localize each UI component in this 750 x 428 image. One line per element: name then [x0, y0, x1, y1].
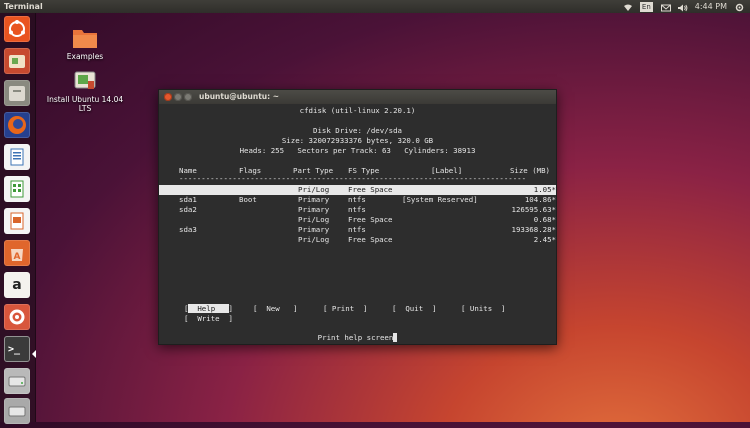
- disk-drive-line: Disk Drive: /dev/sda: [313, 126, 402, 135]
- amazon-icon[interactable]: a: [4, 272, 30, 298]
- row-size: 126595.63*: [511, 205, 557, 214]
- libreoffice-impress-icon[interactable]: [4, 208, 30, 234]
- menu-quit[interactable]: [ Quit ]: [392, 304, 437, 314]
- clock[interactable]: 4:44 PM: [695, 0, 727, 13]
- cfdisk-header: cfdisk (util-linux 2.20.1): [299, 106, 416, 115]
- row-part-type: Primary: [298, 195, 330, 204]
- window-title: ubuntu@ubuntu: ~: [199, 92, 280, 101]
- libreoffice-writer-icon[interactable]: [4, 144, 30, 170]
- menu-new-label: New: [266, 304, 280, 313]
- menu-help[interactable]: [ Help ]: [184, 304, 233, 314]
- header-rule: ----------------------------------------…: [179, 174, 527, 183]
- svg-text:A: A: [14, 252, 21, 262]
- indicator-tray: En 4:44 PM: [623, 0, 744, 13]
- row-fs-type: Free Space: [348, 185, 393, 194]
- row-fs-type: Free Space: [348, 215, 393, 224]
- menu-print[interactable]: [ Print ]: [323, 304, 368, 314]
- desktop-icon-install-ubuntu[interactable]: Install Ubuntu 14.04 LTS: [44, 69, 126, 113]
- status-line: Print help screen: [159, 333, 556, 343]
- row-name: sda1: [179, 195, 197, 204]
- partition-row[interactable]: sda3 Primary ntfs 193368.28*: [159, 225, 556, 235]
- system-settings-icon[interactable]: [4, 304, 30, 330]
- desktop-icon-examples[interactable]: Examples: [58, 26, 112, 61]
- ubuntu-installer-icon[interactable]: [4, 48, 30, 74]
- row-size: 104.86*: [524, 195, 556, 204]
- terminal-screen[interactable]: cfdisk (util-linux 2.20.1) Disk Drive: /…: [159, 104, 556, 344]
- desktop-icon-label-line1: Install Ubuntu 14.04: [46, 95, 124, 104]
- keyboard-layout-indicator[interactable]: En: [639, 1, 653, 12]
- menu-print-label: Print: [331, 304, 355, 313]
- row-part-type: Pri/Log: [298, 215, 330, 224]
- row-size: 1.05*: [533, 185, 556, 194]
- row-part-type: Pri/Log: [298, 185, 330, 194]
- row-label: [System Reserved]: [402, 195, 478, 204]
- row-fs-type: Free Space: [348, 235, 393, 244]
- menu-units[interactable]: [ Units ]: [461, 304, 506, 314]
- desktop-icon-label-line2: LTS: [78, 104, 92, 113]
- text-cursor: [393, 333, 398, 342]
- row-part-type: Primary: [298, 205, 330, 214]
- row-flags: Boot: [239, 195, 257, 204]
- disk-size-line: Size: 320072933376 bytes, 320.0 GB: [281, 136, 434, 145]
- mail-icon[interactable]: [660, 3, 671, 11]
- partition-row[interactable]: sda1 Boot Primary ntfs [System Reserved]…: [159, 195, 556, 205]
- terminal-icon[interactable]: >_: [4, 336, 30, 362]
- wifi-icon[interactable]: [623, 3, 632, 11]
- row-size: 0.68*: [533, 215, 556, 224]
- row-name: sda3: [179, 225, 197, 234]
- terminal-window[interactable]: ubuntu@ubuntu: ~ cfdisk (util-linux 2.20…: [158, 89, 557, 345]
- status-text: Print help screen: [317, 333, 394, 342]
- menu-help-label: Help: [197, 304, 216, 313]
- row-size: 2.45*: [533, 235, 556, 244]
- menu-units-label: Units: [469, 304, 493, 313]
- menu-write-label: Write: [197, 314, 220, 323]
- menu-quit-label: Quit: [405, 304, 424, 313]
- row-size: 193368.28*: [511, 225, 557, 234]
- ubuntu-dash-icon[interactable]: [4, 16, 30, 42]
- row-fs-type: ntfs: [348, 195, 366, 204]
- top-panel: Terminal En 4:44 PM: [0, 0, 750, 13]
- firefox-icon[interactable]: [4, 112, 30, 138]
- disk-geometry-line: Heads: 255 Sectors per Track: 63 Cylinde…: [239, 146, 476, 155]
- ubuntu-software-center-icon[interactable]: A: [4, 240, 30, 266]
- partition-row[interactable]: Pri/Log Free Space 1.05*: [159, 185, 556, 195]
- active-app-title: Terminal: [4, 2, 43, 11]
- menu-write[interactable]: [ Write ]: [184, 314, 233, 324]
- partition-row[interactable]: Pri/Log Free Space 0.68*: [159, 215, 556, 225]
- row-fs-type: ntfs: [348, 205, 366, 214]
- maximize-button[interactable]: [184, 93, 192, 101]
- libreoffice-calc-icon[interactable]: [4, 176, 30, 202]
- volume-icon[interactable]: [677, 3, 688, 11]
- close-button[interactable]: [164, 93, 172, 101]
- drive-icon-2[interactable]: [4, 398, 30, 424]
- desktop-icon-label: Examples: [66, 52, 104, 61]
- minimize-button[interactable]: [174, 93, 182, 101]
- active-app-arrow: [32, 350, 36, 358]
- partition-row[interactable]: sda2 Primary ntfs 126595.63*: [159, 205, 556, 215]
- installer-icon: [74, 71, 96, 89]
- row-name: sda2: [179, 205, 197, 214]
- files-icon[interactable]: [4, 80, 30, 106]
- menu-new[interactable]: [ New ]: [253, 304, 298, 314]
- window-titlebar[interactable]: ubuntu@ubuntu: ~: [159, 90, 556, 104]
- row-part-type: Primary: [298, 225, 330, 234]
- row-part-type: Pri/Log: [298, 235, 330, 244]
- unity-launcher: A a >_: [0, 13, 36, 424]
- folder-icon: [73, 30, 97, 48]
- session-gear-icon[interactable]: [735, 3, 744, 11]
- drive-icon[interactable]: [4, 368, 30, 394]
- row-fs-type: ntfs: [348, 225, 366, 234]
- partition-row[interactable]: Pri/Log Free Space 2.45*: [159, 235, 556, 245]
